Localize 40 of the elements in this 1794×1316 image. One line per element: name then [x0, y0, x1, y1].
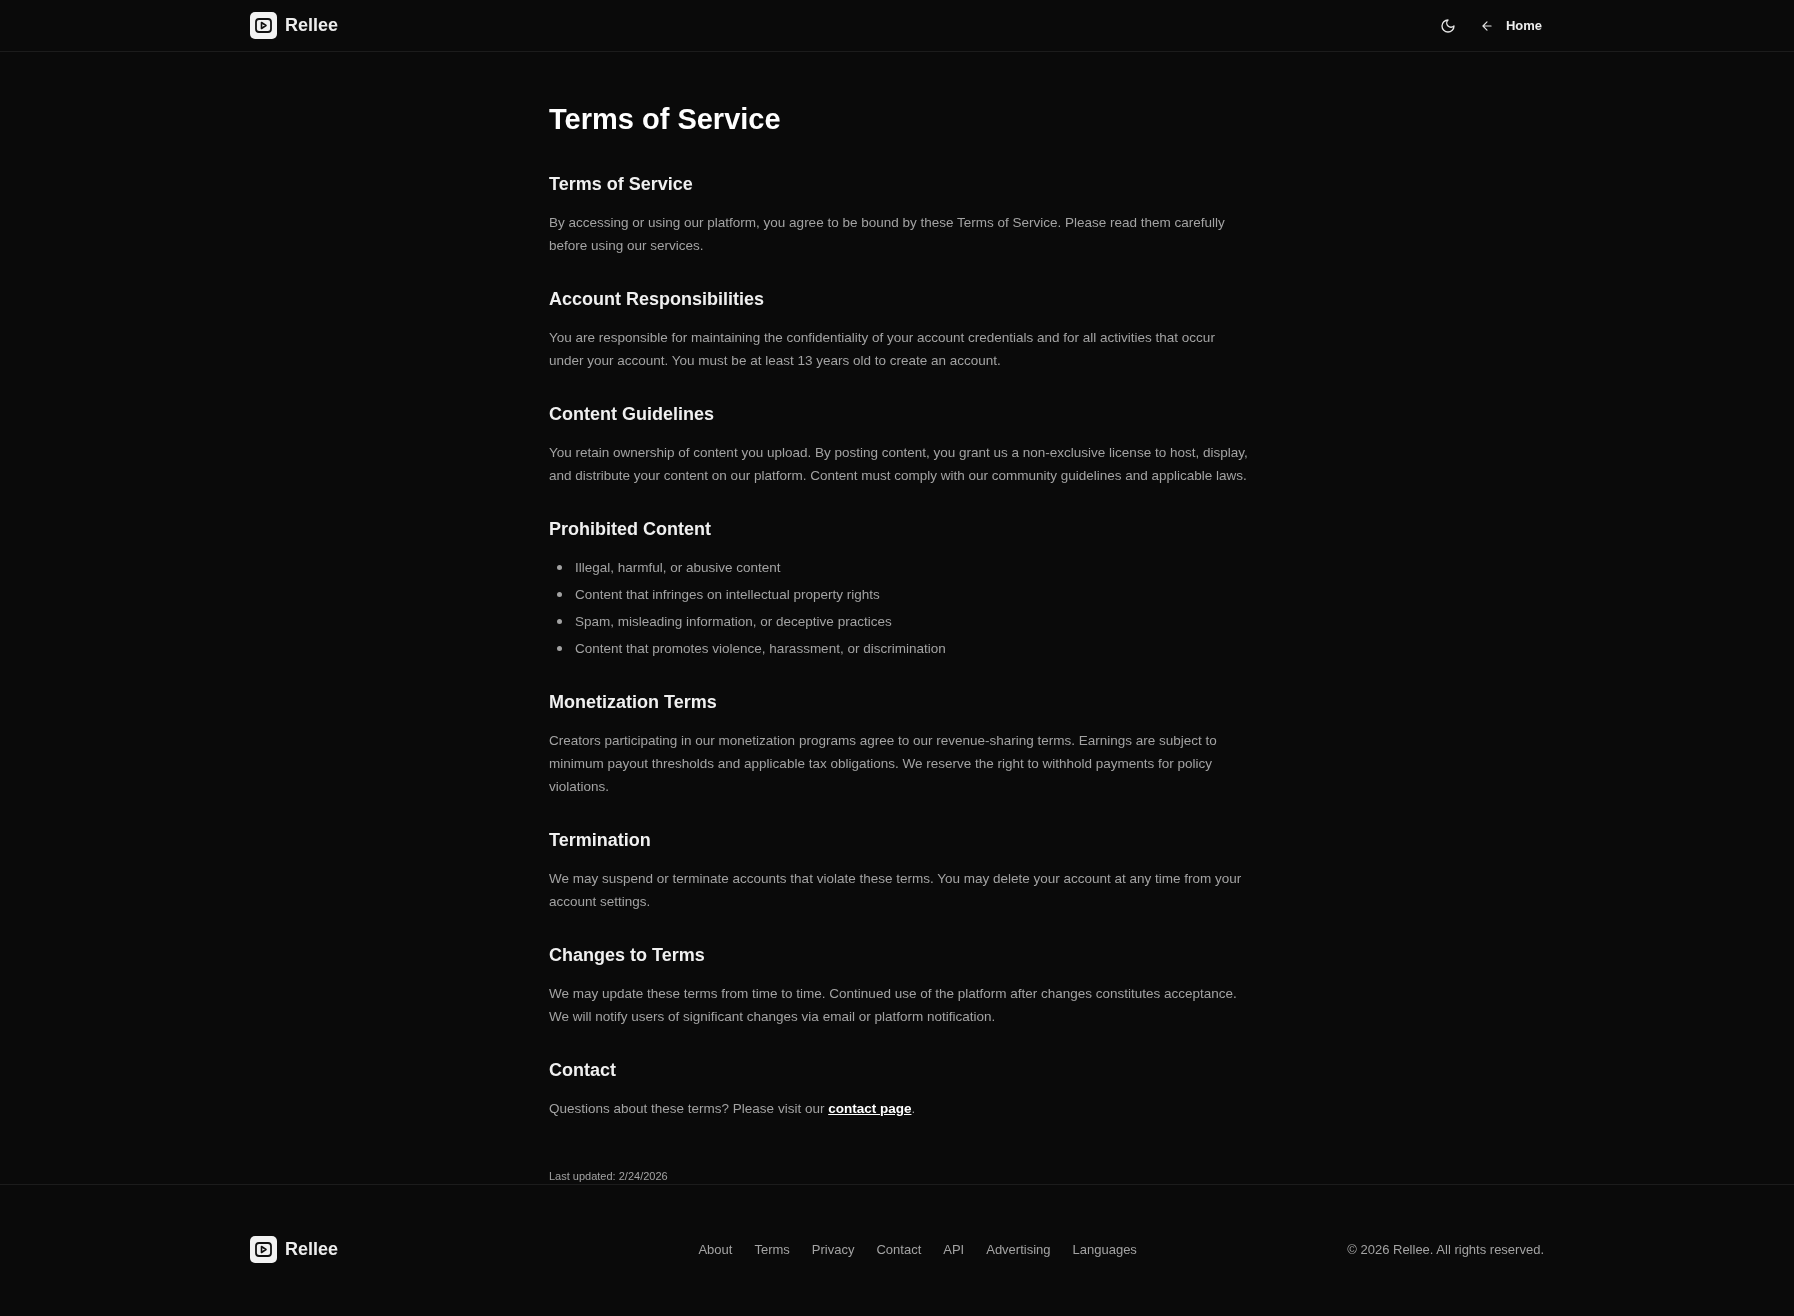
copyright: © 2026 Rellee. All rights reserved.	[1347, 1240, 1544, 1259]
brand-name[interactable]: Rellee	[285, 1236, 339, 1264]
footer-link[interactable]: About	[698, 1239, 733, 1260]
footer-link[interactable]: API	[943, 1239, 965, 1260]
section-paragraph: You retain ownership of content you upload. By posting content, you grant us a non-exclusive license to host, display, and distribute your content on our platform. Content must comply with our community guidelines and applicable laws.	[549, 443, 1249, 485]
bullet-icon	[557, 645, 562, 651]
footer-link[interactable]: Languages	[1072, 1239, 1137, 1260]
list-item: Content that promotes violence, harassment, or discrimination	[575, 639, 946, 658]
section-paragraph: By accessing or using our platform, you agree to be bound by these Terms of Service. Please read them carefully before using our services.	[549, 213, 1226, 255]
home-link[interactable]: Home	[1479, 15, 1542, 36]
section-heading: Termination	[549, 828, 652, 852]
arrow-left-icon	[1479, 18, 1494, 33]
section-heading: Account Responsibilities	[549, 287, 766, 311]
moon-icon[interactable]	[1439, 17, 1456, 34]
section-heading: Changes to Terms	[549, 943, 706, 967]
play-logo-icon	[250, 1236, 277, 1264]
list-item: Spam, misleading information, or deceptive practices	[575, 612, 892, 631]
list-item: Illegal, harmful, or abusive content	[575, 558, 781, 577]
section-paragraph: You are responsible for maintaining the confidentiality of your account credentials and for all activities that occur under your account. You must be at least 13 years old to create an account.	[549, 328, 1216, 370]
last-updated: Last updated: 2/24/2026	[549, 1168, 669, 1184]
bullet-icon	[557, 591, 562, 597]
footer-link[interactable]: Terms	[754, 1239, 790, 1260]
section-paragraph: Questions about these terms? Please visit our contact page.	[549, 1099, 917, 1118]
page-title: Terms of Service	[549, 102, 782, 138]
section-heading: Contact	[549, 1058, 617, 1082]
play-logo-icon	[250, 12, 277, 40]
section-paragraph: We may suspend or terminate accounts that violate these terms. You may delete your account at any time from your account settings.	[549, 869, 1243, 911]
bullet-icon	[557, 564, 562, 570]
list-item: Content that infringes on intellectual property rights	[575, 585, 880, 604]
footer-link[interactable]: Advertising	[986, 1239, 1051, 1260]
section-paragraph: Creators participating in our monetization programs agree to our revenue-sharing terms. Earnings are subject to minimum payout thresholds and applicable tax obligations. We reserve the right to withhold payments for policy violations.	[549, 731, 1218, 796]
footer-link[interactable]: Privacy	[811, 1239, 855, 1260]
bullet-icon	[557, 618, 562, 624]
section-heading: Monetization Terms	[549, 690, 718, 714]
section-paragraph: We may update these terms from time to time. Continued use of the platform after changes constitutes acceptance. We will notify users of significant changes via email or platform notification.	[549, 984, 1238, 1026]
section-heading: Terms of Service	[549, 172, 694, 196]
footer-link[interactable]: Contact	[876, 1239, 922, 1260]
brand-name[interactable]: Rellee	[285, 12, 339, 40]
section-heading: Content Guidelines	[549, 402, 715, 426]
section-heading: Prohibited Content	[549, 517, 712, 541]
